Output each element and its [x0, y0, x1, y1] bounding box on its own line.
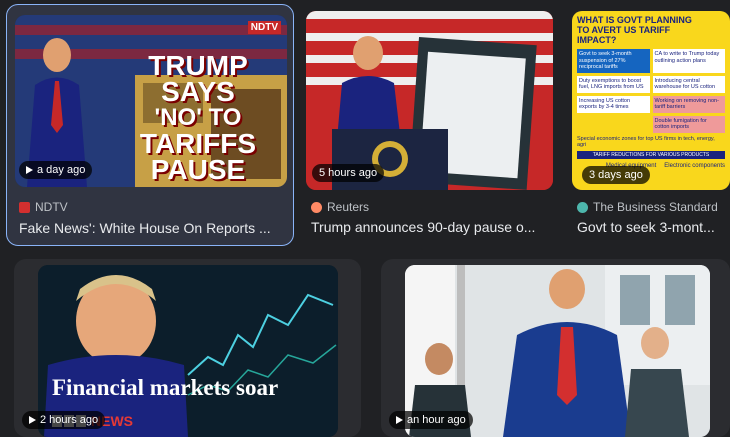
source-row-1: NDTV	[19, 200, 68, 214]
play-icon	[396, 416, 403, 424]
infographic-footer: TARIFF REDUCTIONS FOR VARIOUS PRODUCTS	[577, 150, 725, 159]
infographic-heading: WHAT IS GOVT PLANNING TO AVERT US TARIFF…	[577, 15, 692, 45]
infographic-item: Govt to seek 3-month suspension of 27% r…	[577, 49, 650, 73]
video-thumbnail-3[interactable]: WHAT IS GOVT PLANNING TO AVERT US TARIFF…	[572, 11, 730, 190]
play-icon	[26, 166, 33, 174]
video-title-2[interactable]: Trump announces 90-day pause o...	[311, 219, 551, 235]
video-thumbnail-2[interactable]: 5 hours ago	[306, 11, 553, 190]
infographic-item: Double fumigation for cotton imports	[652, 115, 725, 133]
video-card-1[interactable]: TRUMP SAYS 'NO' TO TARIFFS PAUSE NDTV a …	[6, 4, 294, 246]
duration-text: 3 days ago	[589, 169, 643, 181]
business-standard-favicon-icon	[577, 201, 588, 213]
duration-text: 5 hours ago	[319, 167, 378, 179]
duration-badge-3: 3 days ago	[582, 166, 650, 184]
reuters-favicon-icon	[311, 201, 322, 213]
video-title-1[interactable]: Fake News': White House On Reports ...	[19, 220, 284, 236]
video-card-3[interactable]: WHAT IS GOVT PLANNING TO AVERT US TARIFF…	[568, 4, 730, 246]
ndtv-favicon-icon	[19, 201, 30, 213]
duration-badge-2: 5 hours ago	[312, 164, 385, 182]
thumbnail-headline-4: Financial markets soar	[52, 375, 279, 400]
video-thumbnail-1[interactable]: TRUMP SAYS 'NO' TO TARIFFS PAUSE NDTV a …	[15, 15, 287, 187]
infographic-item: CA to write to Trump today outlining act…	[652, 49, 725, 73]
source-row-2: Reuters	[311, 200, 369, 214]
duration-text: a day ago	[37, 164, 86, 176]
duration-badge-1: a day ago	[19, 161, 93, 179]
infographic: WHAT IS GOVT PLANNING TO AVERT US TARIFF…	[572, 11, 730, 190]
duration-badge-4: 2 hours ago	[22, 411, 106, 429]
infographic-item: Introducing central warehouse for US cot…	[652, 75, 725, 93]
source-name: Reuters	[327, 200, 370, 214]
infographic-item: Working on removing non-tariff barriers	[652, 95, 725, 113]
infographic-item: Increasing US cotton exports by 3-4 time…	[577, 95, 650, 113]
video-title-3[interactable]: Govt to seek 3-mont...	[577, 219, 722, 235]
source-name: NDTV	[35, 200, 68, 214]
source-name: The Business Standard	[593, 200, 718, 214]
electronic-components-icon: Electronic components	[664, 162, 725, 169]
thumbnail-headline-1: TRUMP SAYS 'NO' TO TARIFFS PAUSE	[110, 52, 286, 185]
source-row-3: The Business Standard	[577, 200, 718, 214]
infographic-grid: Govt to seek 3-month suspension of 27% r…	[577, 49, 725, 133]
infographic-item: Special economic zones for top US firms …	[577, 135, 715, 148]
duration-text: an hour ago	[407, 414, 466, 426]
headline-line: PAUSE	[150, 154, 246, 185]
video-card-4[interactable]: Financial markets soar NEWS 2 hours ago	[14, 259, 361, 437]
headline-line: SAYS	[161, 76, 235, 107]
play-icon	[29, 416, 36, 424]
infographic-item: Duty exemptions to boost fuel, LNG impor…	[577, 75, 650, 93]
video-card-5[interactable]: an hour ago	[381, 259, 730, 437]
video-card-2[interactable]: 5 hours ago Reuters Trump announces 90-d…	[303, 4, 558, 246]
ndtv-logo: NDTV	[247, 21, 281, 34]
duration-badge-5: an hour ago	[389, 411, 473, 429]
duration-text: 2 hours ago	[40, 414, 99, 426]
